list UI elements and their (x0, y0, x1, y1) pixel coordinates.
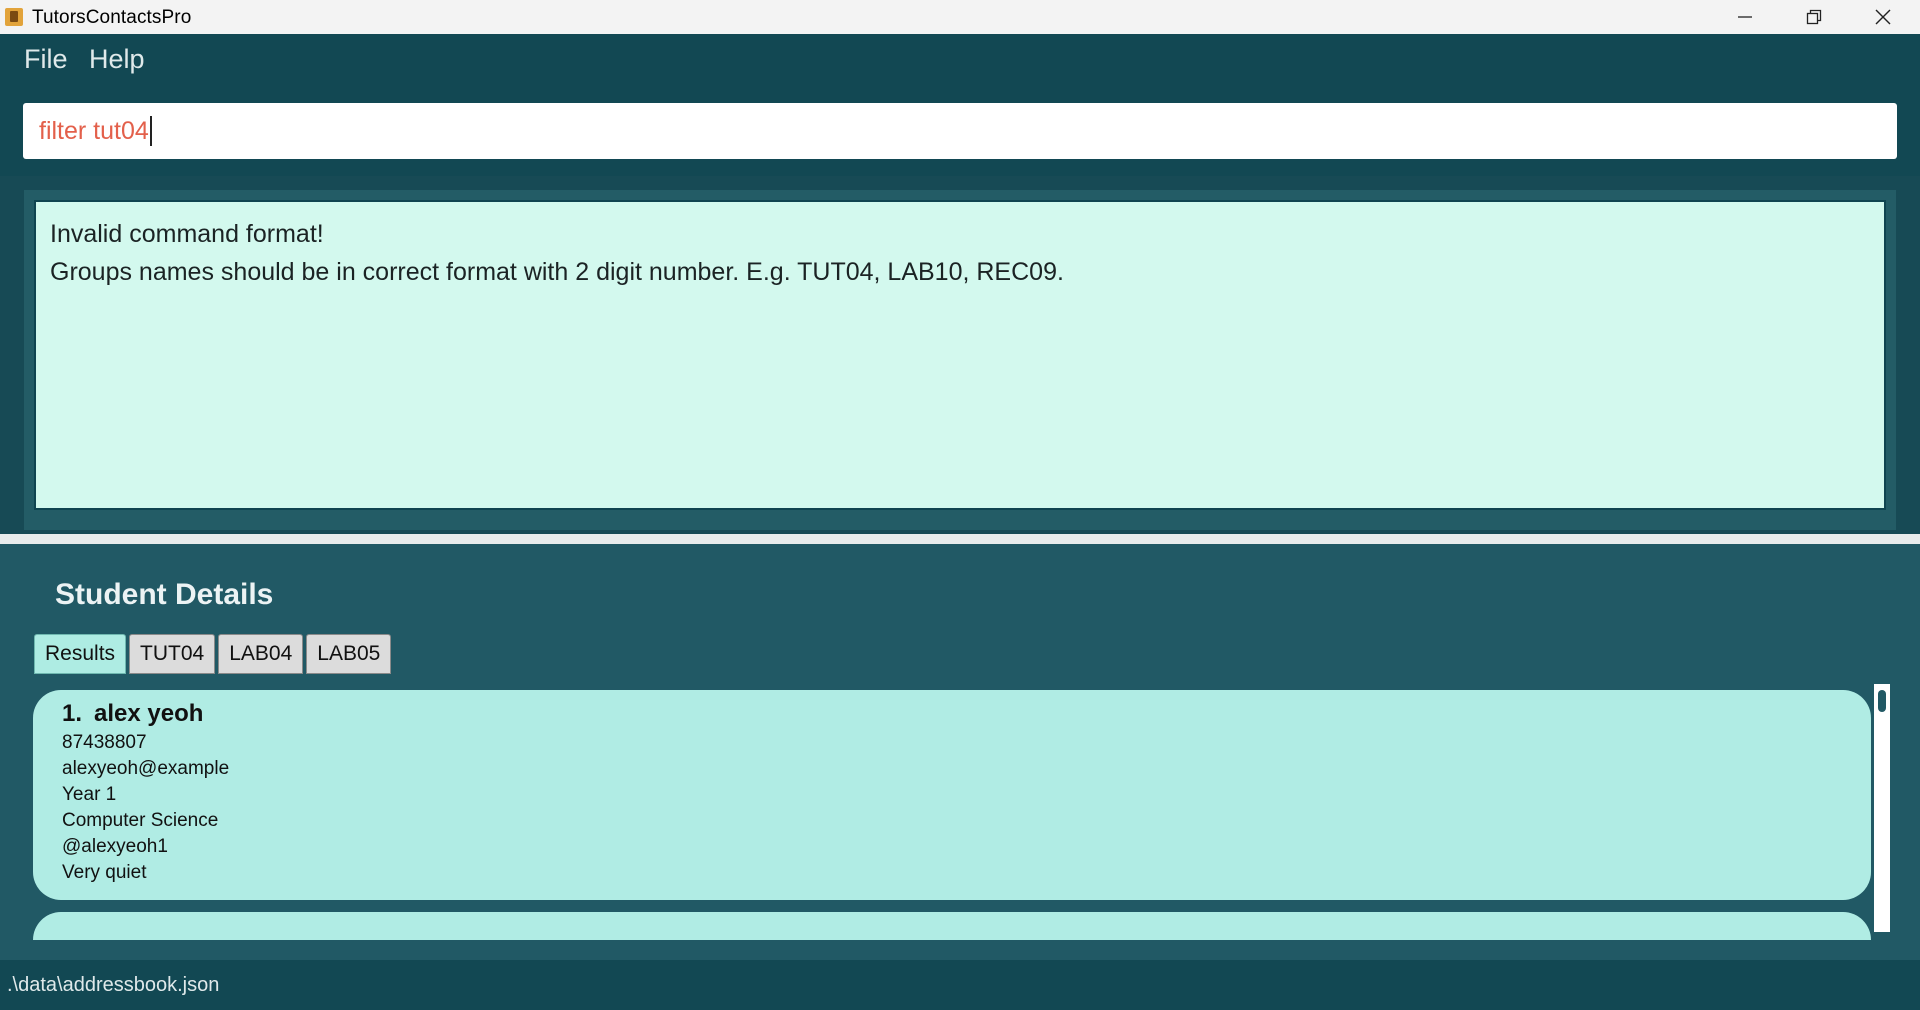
student-telegram: @alexyeoh1 (62, 836, 168, 857)
close-button[interactable] (1848, 0, 1917, 34)
result-frame: Invalid command format! Groups names sho… (24, 190, 1896, 530)
minimize-icon (1737, 16, 1752, 18)
minimize-button[interactable] (1710, 0, 1779, 34)
app-icon (5, 8, 23, 26)
student-card-partial[interactable] (33, 912, 1871, 940)
command-text: filter tut04 (39, 116, 149, 145)
menu-file[interactable]: File (24, 44, 68, 75)
text-caret (149, 116, 152, 146)
menu-bar: File Help (0, 34, 1920, 90)
tab-lab05[interactable]: LAB05 (306, 634, 392, 674)
student-phone: 87438807 (62, 732, 147, 753)
list-scrollbar[interactable] (1874, 684, 1890, 932)
restore-icon (1806, 9, 1821, 25)
tab-lab04[interactable]: LAB04 (218, 634, 304, 674)
student-card[interactable]: 1. alex yeoh 87438807 alexyeoh@example Ye… (33, 690, 1871, 900)
split-divider[interactable] (0, 534, 1920, 544)
student-list[interactable]: 1. alex yeoh 87438807 alexyeoh@example Ye… (33, 690, 1893, 940)
result-line-error: Invalid command format! (50, 220, 324, 248)
student-major: Computer Science (62, 810, 219, 831)
scrollbar-thumb[interactable] (1878, 690, 1886, 712)
result-display[interactable]: Invalid command format! Groups names sho… (34, 200, 1886, 510)
student-name: alex yeoh (94, 700, 204, 727)
group-tabs: Results TUT04 LAB04 LAB05 (34, 634, 392, 676)
student-index: 1. (62, 700, 83, 727)
title-bar: TutorsContactsPro (0, 0, 1920, 34)
window-title: TutorsContactsPro (32, 7, 192, 28)
save-location: .\data\addressbook.json (7, 974, 220, 996)
menu-help[interactable]: Help (89, 44, 145, 75)
tab-results[interactable]: Results (34, 634, 127, 674)
restore-button[interactable] (1779, 0, 1848, 34)
command-area: filter tut04 (0, 90, 1920, 176)
student-email: alexyeoh@example (62, 758, 230, 779)
student-name-row: 1. alex yeoh (62, 698, 1871, 730)
command-input[interactable]: filter tut04 (23, 103, 1897, 159)
close-icon (1875, 9, 1890, 25)
details-title: Student Details (55, 578, 274, 611)
tab-tut04[interactable]: TUT04 (129, 634, 216, 674)
student-year: Year 1 (62, 784, 117, 805)
result-line-hint: Groups names should be in correct format… (50, 258, 1064, 286)
student-remark: Very quiet (62, 862, 147, 883)
student-details-panel: Student Details Results TUT04 LAB04 LAB0… (0, 544, 1920, 960)
status-bar: .\data\addressbook.json (0, 960, 1920, 1010)
result-display-area: Invalid command format! Groups names sho… (0, 176, 1920, 534)
